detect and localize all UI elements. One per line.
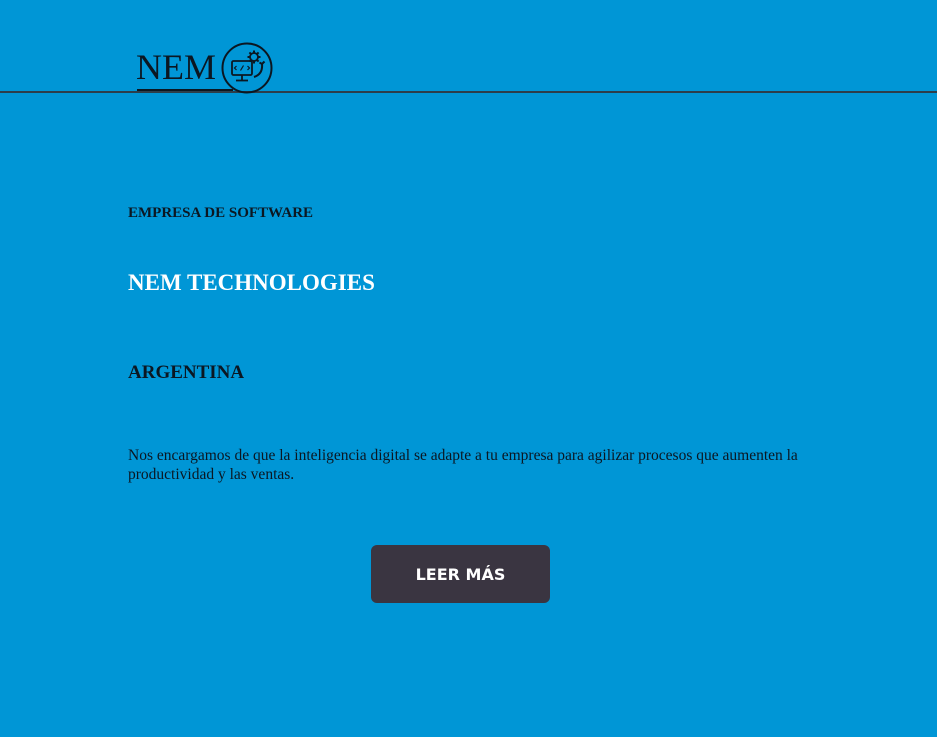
computer-gear-icon	[221, 42, 273, 94]
hero-title: NEM TECHNOLOGIES	[128, 270, 375, 295]
logo-text: NEM	[136, 47, 216, 87]
logo-underline	[137, 89, 233, 91]
site-header: NEM	[0, 0, 937, 96]
hero-country: ARGENTINA	[128, 362, 245, 383]
nem-logo[interactable]: NEM	[135, 40, 280, 96]
hero-description: Nos encargamos de que la inteligencia di…	[128, 447, 798, 483]
read-more-button[interactable]: LEER MÁS	[371, 545, 550, 603]
hero-subtitle: EMPRESA DE SOFTWARE	[128, 205, 314, 221]
